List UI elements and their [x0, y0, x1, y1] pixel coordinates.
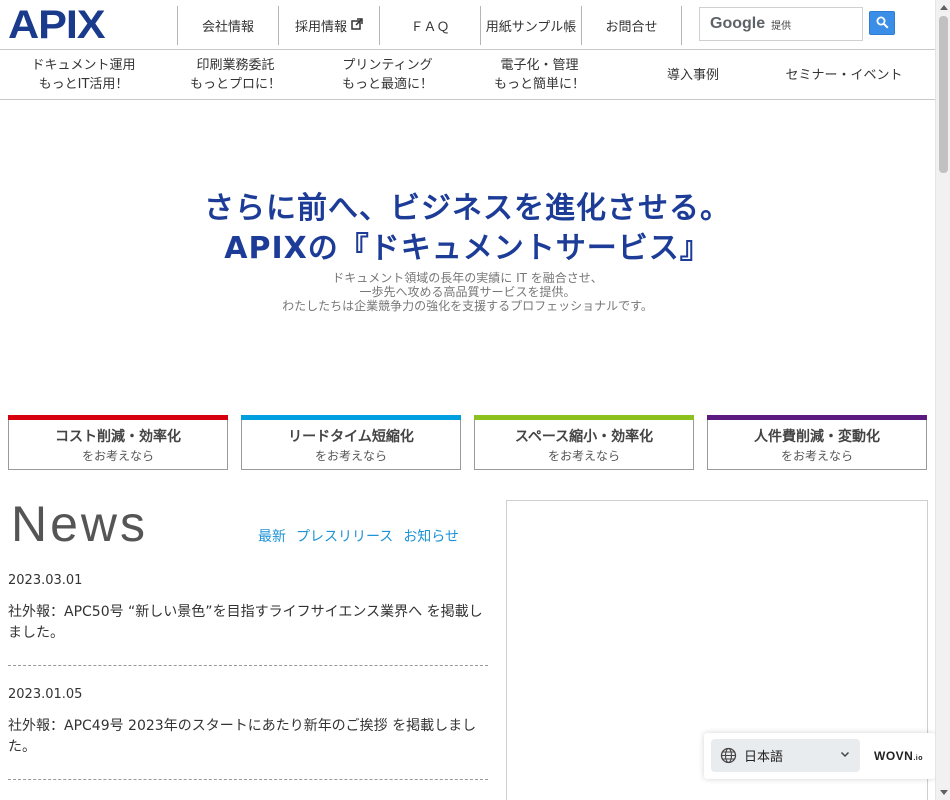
news-heading: News — [11, 496, 149, 552]
search-button[interactable] — [869, 11, 895, 35]
topnav-label: ＦＡＱ — [410, 20, 450, 35]
topnav-company-info[interactable]: 会社情報 — [177, 6, 278, 45]
globe-icon — [720, 747, 737, 764]
search-icon — [876, 14, 889, 33]
nav-line1: 導入事例 — [666, 67, 719, 83]
nav-line2: もっとプロに！ — [189, 77, 281, 92]
hero-sub-line2: 一歩先へ攻める高品質サービスを提供。 — [359, 285, 576, 299]
nav-line2: もっと簡単に！ — [493, 77, 585, 92]
news-date: 2023.03.01 — [8, 573, 83, 588]
category-sub: をお考えなら — [314, 449, 387, 463]
hero-title-line1: さらに前へ、ビジネスを進化させる。 — [204, 191, 731, 226]
chevron-down-icon — [839, 748, 851, 764]
news-tabs: 最新 プレスリリース お知らせ — [258, 526, 459, 546]
page-scrollbar[interactable] — [935, 0, 950, 800]
category-sub: をお考えなら — [780, 449, 853, 463]
category-color-bar — [241, 415, 461, 420]
nav-digitization[interactable]: 電子化・管理 もっと簡単に！ — [471, 50, 608, 100]
category-title: リードタイム短縮化 — [288, 429, 414, 445]
nav-case-studies[interactable]: 導入事例 — [608, 50, 778, 100]
category-color-bar — [474, 415, 694, 420]
category-sub: をお考えなら — [81, 449, 154, 463]
category-labor-cost[interactable]: 人件費削減・変動化 をお考えなら — [707, 415, 927, 470]
news-tab-notices[interactable]: お知らせ — [403, 526, 459, 546]
nav-seminars-events[interactable]: セミナー・イベント — [778, 50, 910, 100]
external-link-icon — [351, 18, 363, 33]
nav-print-outsourcing[interactable]: 印刷業務委託 もっとプロに！ — [167, 50, 304, 100]
topnav-label: 用紙サンプル帳 — [485, 20, 577, 35]
google-brand: Google — [710, 15, 766, 32]
category-title: コスト削減・効率化 — [55, 429, 181, 445]
news-item: 2023.01.05 社外報：APC49号 2023年のスタートにあたり新年のご… — [8, 686, 488, 780]
nav-line1: 電子化・管理 — [500, 58, 579, 73]
search-provided-label: 提供 — [771, 20, 792, 32]
news-link[interactable]: 社外報：APC49号 2023年のスタートにあたり新年のご挨拶 を掲載しました。 — [8, 716, 488, 758]
hero-banner: さらに前へ、ビジネスを進化させる。 APIXの『ドキュメントサービス』 ドキュメ… — [0, 101, 935, 406]
category-color-bar — [8, 415, 228, 420]
search-input[interactable]: Google 提供 — [699, 7, 863, 41]
news-item: 2023.03.01 社外報：APC50号 “新しい景色”を目指すライフサイエン… — [8, 572, 488, 666]
news-tab-press-release[interactable]: プレスリリース — [296, 526, 393, 546]
category-sub: をお考えなら — [547, 449, 620, 463]
category-title: 人件費削減・変動化 — [754, 429, 880, 445]
category-title: スペース縮小・効率化 — [514, 429, 654, 445]
hero-title-line2: APIXの『ドキュメントサービス』 — [224, 231, 711, 266]
apix-logo[interactable]: APIX — [8, 3, 116, 47]
category-lead-time[interactable]: リードタイム短縮化 をお考えなら — [241, 415, 461, 470]
topnav-label: 会社情報 — [201, 20, 254, 35]
site-header: APIX 会社情報 採用情報 ＦＡＱ 用紙サンプル帳 お問合せ Google 提… — [0, 0, 935, 50]
top-nav: 会社情報 採用情報 ＦＡＱ 用紙サンプル帳 お問合せ — [177, 6, 682, 45]
topnav-contact[interactable]: お問合せ — [581, 6, 682, 45]
logo-text: APIX — [8, 3, 106, 47]
category-color-bar — [707, 415, 927, 420]
scroll-down-arrow-icon[interactable] — [936, 785, 950, 800]
nav-printing[interactable]: プリンティング もっと最適に！ — [304, 50, 471, 100]
topnav-recruit[interactable]: 採用情報 — [278, 6, 379, 45]
news-list: 2023.03.01 社外報：APC50号 “新しい景色”を目指すライフサイエン… — [8, 572, 488, 800]
category-space-reduction[interactable]: スペース縮小・効率化 をお考えなら — [474, 415, 694, 470]
language-widget: 日本語 WOVN.io — [704, 733, 935, 779]
language-select[interactable]: 日本語 — [711, 739, 860, 772]
topnav-label: 採用情報 — [294, 20, 347, 35]
wovn-brand-suffix: .io — [913, 755, 924, 762]
category-cost-reduction[interactable]: コスト削減・効率化 をお考えなら — [8, 415, 228, 470]
scroll-thumb[interactable] — [939, 16, 948, 173]
topnav-label: お問合せ — [605, 20, 658, 35]
nav-document-operation[interactable]: ドキュメント運用 もっとIT活用！ — [0, 50, 167, 100]
language-selected: 日本語 — [744, 750, 784, 765]
main-nav: ドキュメント運用 もっとIT活用！ 印刷業務委託 もっとプロに！ プリンティング… — [0, 50, 935, 100]
nav-line1: 印刷業務委託 — [196, 58, 275, 73]
wovn-brand: WOVN — [874, 749, 914, 763]
nav-line1: プリンティング — [342, 58, 433, 73]
wovn-logo[interactable]: WOVN.io — [874, 749, 923, 763]
topnav-faq[interactable]: ＦＡＱ — [379, 6, 480, 45]
nav-line2: もっと最適に！ — [341, 77, 433, 92]
topnav-paper-samples[interactable]: 用紙サンプル帳 — [480, 6, 581, 45]
news-date: 2023.01.05 — [8, 687, 83, 702]
nav-line2: もっとIT活用！ — [38, 77, 129, 92]
scroll-up-arrow-icon[interactable] — [936, 0, 950, 15]
nav-line1: セミナー・イベント — [785, 67, 903, 83]
news-tab-latest[interactable]: 最新 — [258, 526, 286, 546]
news-link[interactable]: 社外報：APC50号 “新しい景色”を目指すライフサイエンス業界へ を掲載しまし… — [8, 602, 488, 644]
hero-sub-line1: ドキュメント領域の長年の実績に IT を融合させ、 — [332, 271, 603, 285]
hero-sub-line3: わたしたちは企業競争力の強化を支援するプロフェッショナルです。 — [282, 299, 653, 313]
nav-line1: ドキュメント運用 — [31, 58, 136, 73]
